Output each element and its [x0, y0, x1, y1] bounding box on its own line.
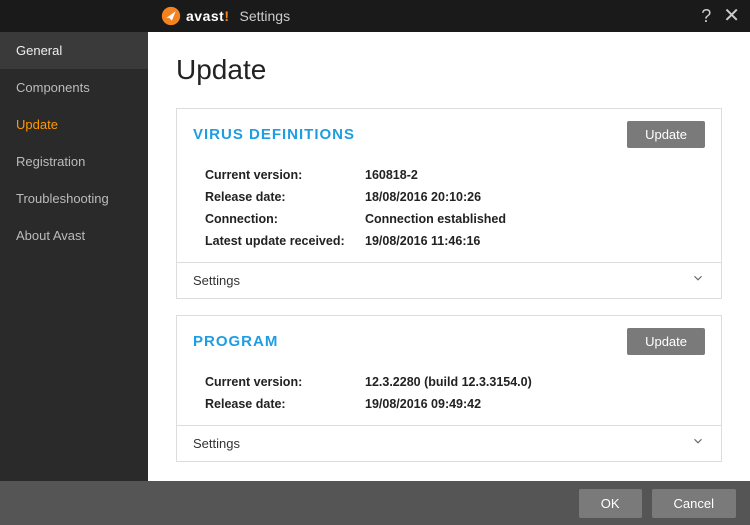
brand: avast! Settings [160, 5, 290, 27]
kv-label: Connection: [205, 212, 365, 226]
sidebar-item-label: Components [16, 80, 90, 95]
sidebar: General Components Update Registration T… [0, 32, 148, 481]
settings-label: Settings [193, 436, 240, 451]
section-title: PROGRAM [193, 333, 278, 350]
title-bar: avast! Settings ? ✕ [0, 0, 750, 32]
kv-label: Latest update received: [205, 234, 365, 248]
kv-row: Latest update received: 19/08/2016 11:46… [205, 230, 693, 252]
sidebar-item-general[interactable]: General [0, 32, 148, 69]
section-title: VIRUS DEFINITIONS [193, 126, 355, 143]
avast-logo-icon [160, 5, 182, 27]
sidebar-item-label: About Avast [16, 228, 85, 243]
cancel-button[interactable]: Cancel [652, 489, 736, 518]
kv-value: 19/08/2016 11:46:16 [365, 234, 480, 248]
kv-label: Current version: [205, 168, 365, 182]
sidebar-item-label: Troubleshooting [16, 191, 109, 206]
settings-label: Settings [193, 273, 240, 288]
virus-definitions-section: VIRUS DEFINITIONS Update Current version… [176, 108, 722, 299]
sidebar-item-label: Registration [16, 154, 85, 169]
kv-value: 18/08/2016 20:10:26 [365, 190, 481, 204]
kv-value: Connection established [365, 212, 506, 226]
kv-row: Current version: 160818-2 [205, 164, 693, 186]
footer: OK Cancel [0, 481, 750, 525]
update-program-button[interactable]: Update [627, 328, 705, 355]
sidebar-item-update[interactable]: Update [0, 106, 148, 143]
chevron-down-icon [691, 434, 705, 453]
program-section: PROGRAM Update Current version: 12.3.228… [176, 315, 722, 462]
kv-label: Current version: [205, 375, 365, 389]
sidebar-item-components[interactable]: Components [0, 69, 148, 106]
sidebar-item-troubleshooting[interactable]: Troubleshooting [0, 180, 148, 217]
kv-label: Release date: [205, 397, 365, 411]
kv-row: Release date: 19/08/2016 09:49:42 [205, 393, 693, 415]
brand-text: avast! [186, 8, 229, 24]
sidebar-item-label: General [16, 43, 62, 58]
close-icon[interactable]: ✕ [723, 6, 740, 26]
kv-row: Current version: 12.3.2280 (build 12.3.3… [205, 371, 693, 393]
virus-defs-settings-expander[interactable]: Settings [177, 262, 721, 298]
sidebar-item-registration[interactable]: Registration [0, 143, 148, 180]
kv-value: 12.3.2280 (build 12.3.3154.0) [365, 375, 532, 389]
kv-label: Release date: [205, 190, 365, 204]
ok-button[interactable]: OK [579, 489, 642, 518]
sidebar-item-about[interactable]: About Avast [0, 217, 148, 254]
help-icon[interactable]: ? [701, 7, 711, 25]
update-virus-defs-button[interactable]: Update [627, 121, 705, 148]
main-content: Update VIRUS DEFINITIONS Update Current … [148, 32, 750, 481]
chevron-down-icon [691, 271, 705, 290]
kv-value: 19/08/2016 09:49:42 [365, 397, 481, 411]
program-settings-expander[interactable]: Settings [177, 425, 721, 461]
page-title: Update [176, 54, 722, 86]
kv-row: Connection: Connection established [205, 208, 693, 230]
sidebar-item-label: Update [16, 117, 58, 132]
kv-row: Release date: 18/08/2016 20:10:26 [205, 186, 693, 208]
window-title: Settings [239, 8, 290, 24]
kv-value: 160818-2 [365, 168, 418, 182]
